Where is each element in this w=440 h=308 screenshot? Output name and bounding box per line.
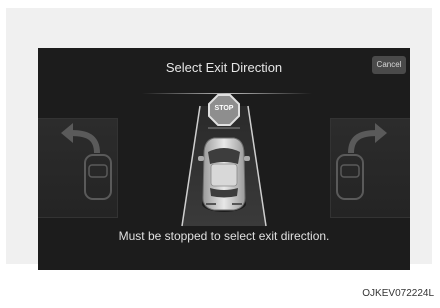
stop-sign-text: STOP	[214, 105, 234, 112]
exit-direction-screen: Select Exit Direction Cancel STOP Must b…	[38, 48, 410, 270]
status-message: Must be stopped to select exit direction…	[118, 229, 330, 243]
figure-code: OJKEV072224L	[362, 288, 434, 299]
vehicle-icon	[198, 137, 250, 212]
